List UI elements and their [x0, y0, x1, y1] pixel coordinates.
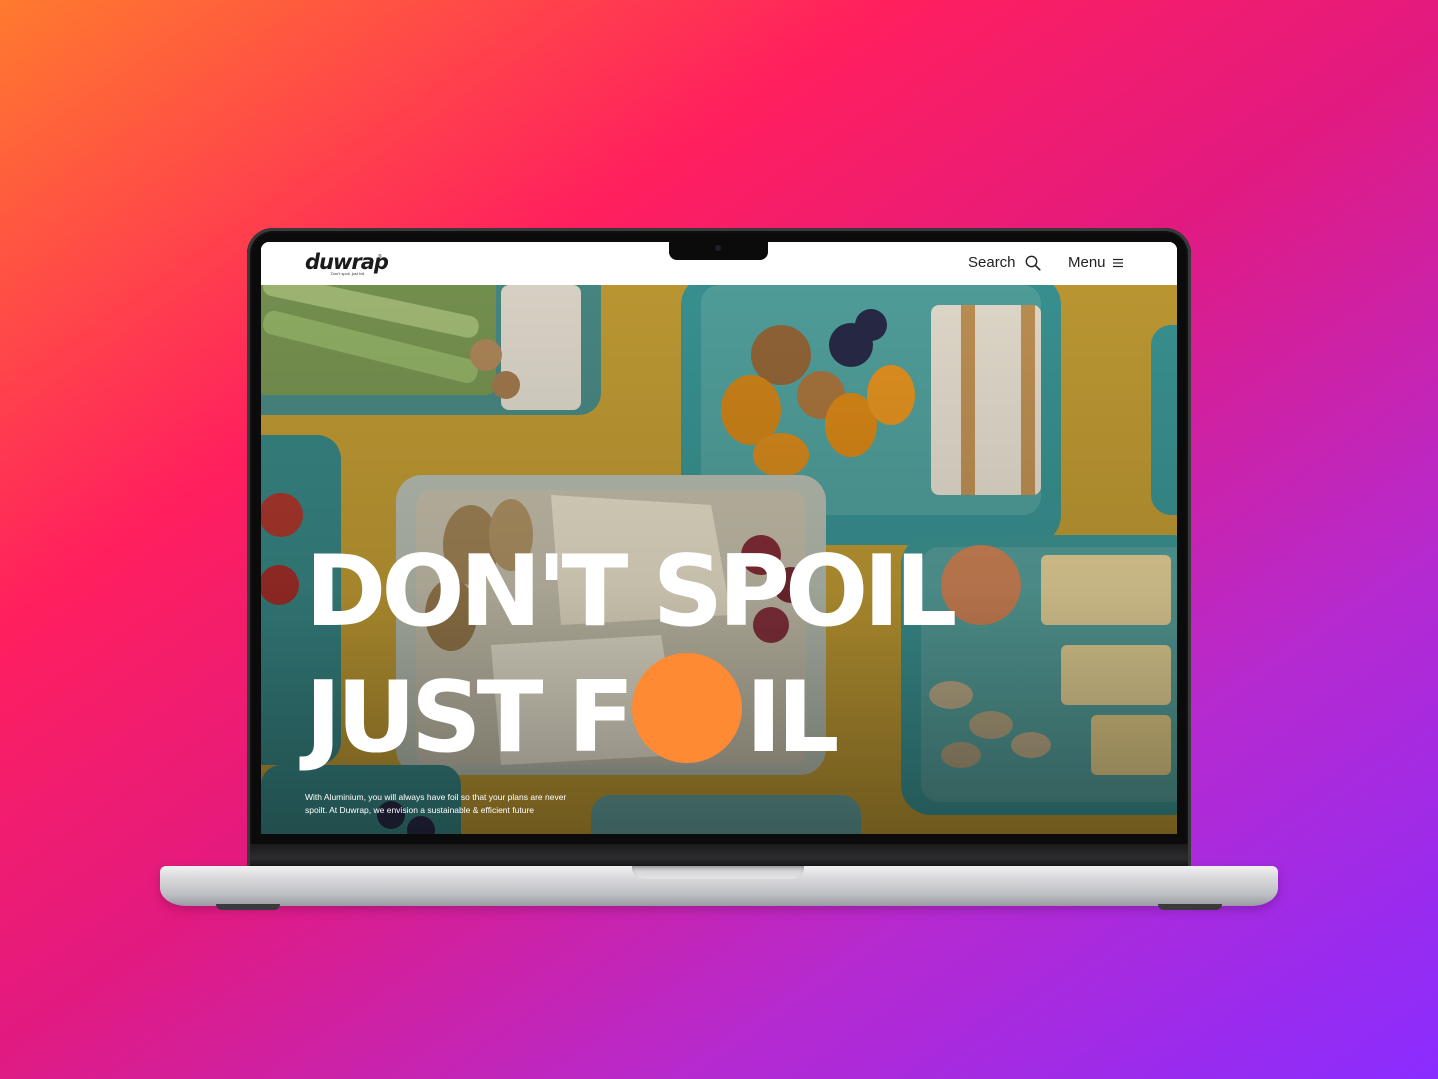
menu-label: Menu	[1068, 254, 1106, 271]
logo-tagline: Don't spoil, just foil	[331, 271, 365, 276]
right-foot	[1158, 904, 1222, 910]
trackpad-notch	[632, 866, 804, 879]
search-icon	[1025, 255, 1041, 271]
screen-notch	[669, 242, 768, 260]
hero-headline-line1: DON'T SPOIL	[305, 535, 957, 649]
camera-icon	[715, 245, 721, 251]
logo-registered-mark: ®	[378, 254, 382, 260]
laptop-hinge	[250, 844, 1188, 868]
laptop-mockup: duwrap ® Don't spoil, just foil Search M…	[0, 0, 1438, 1079]
menu-button[interactable]: Menu	[1068, 254, 1124, 271]
headline-il: IL	[745, 661, 840, 775]
search-label: Search	[968, 254, 1016, 271]
orange-circle-o	[631, 653, 742, 763]
bottom-bezel	[261, 834, 1177, 844]
laptop-screen: duwrap ® Don't spoil, just foil Search M…	[261, 242, 1177, 834]
hamburger-icon	[1112, 258, 1124, 268]
left-foot	[216, 904, 280, 910]
search-button[interactable]: Search	[968, 254, 1041, 271]
hero-headline-line2: JUST F IL	[305, 653, 839, 767]
hero-description: With Aluminium, you will always have foi…	[305, 791, 567, 816]
hero-section: DON'T SPOIL JUST F IL With Aluminium, you…	[261, 285, 1177, 834]
headline-just-f: JUST F	[305, 661, 635, 775]
